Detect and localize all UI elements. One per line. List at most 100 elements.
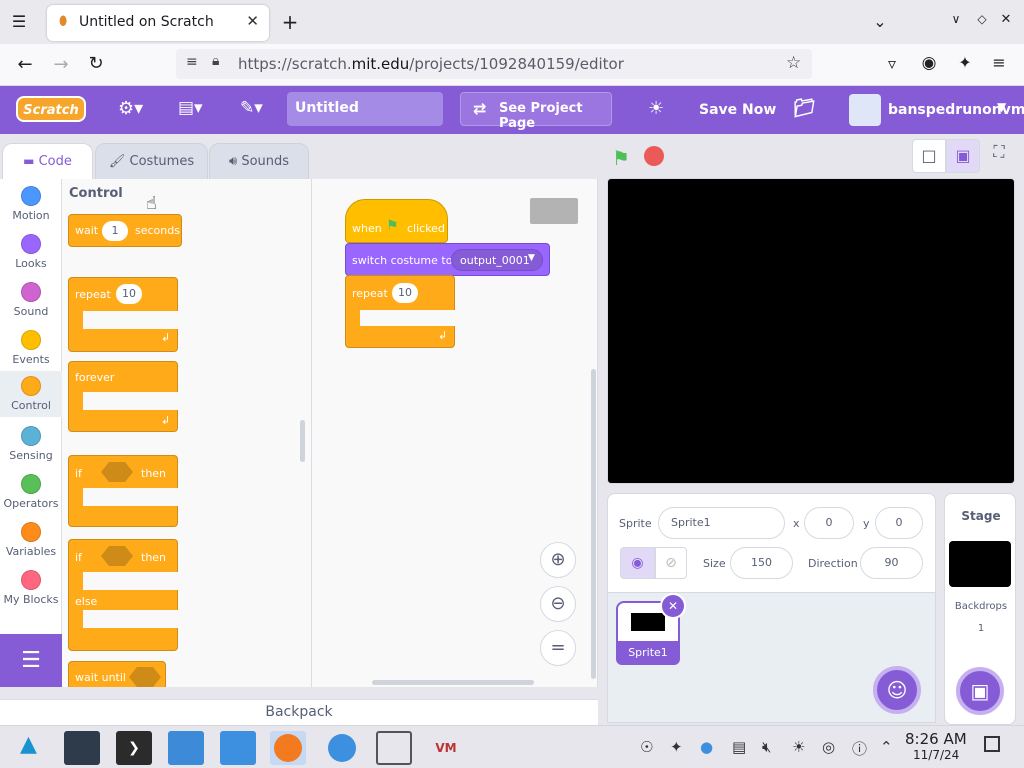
tray-icon-2[interactable]: ✦ xyxy=(670,738,683,756)
zoom-reset-button[interactable]: = xyxy=(540,630,576,666)
show-sprite-button[interactable]: ◉ xyxy=(620,547,655,579)
stop-icon[interactable] xyxy=(644,146,664,166)
extensions-icon[interactable]: ✦ xyxy=(954,53,976,72)
script-repeat-block[interactable]: repeat 10 ↲ xyxy=(345,275,456,348)
taskbar-app-qbittorrent[interactable] xyxy=(324,731,360,765)
close-window-icon[interactable]: ✕ xyxy=(996,12,1016,27)
file-menu-icon[interactable]: ▤▾ xyxy=(178,98,203,118)
costume-dropdown[interactable]: output_0001 ▼ xyxy=(451,249,543,271)
fullscreen-icon[interactable]: ⛶ xyxy=(982,142,1016,172)
browser-tab[interactable]: ⬮ Untitled on Scratch ✕ xyxy=(47,5,269,41)
taskbar-app-terminal[interactable]: ❯ xyxy=(116,731,152,765)
if-then-block[interactable]: if then xyxy=(68,455,179,527)
edit-menu-icon[interactable]: ✎▾ xyxy=(240,98,263,118)
tray-brightness-icon[interactable]: ☀ xyxy=(792,738,805,756)
size-input[interactable]: 150 xyxy=(730,547,793,579)
condition-slot[interactable] xyxy=(101,546,133,566)
tab-costumes[interactable]: 🖌︎ Costumes xyxy=(95,143,208,180)
tray-icon-1[interactable]: ☉ xyxy=(640,738,653,756)
maximize-icon[interactable]: ◇ xyxy=(972,12,992,26)
see-project-page-button[interactable]: ⇄ See Project Page xyxy=(460,92,612,131)
zoom-out-button[interactable]: ⊖ xyxy=(540,586,576,622)
project-title-input[interactable]: Untitled xyxy=(287,92,443,126)
script-area[interactable]: when ⚑ clicked switch costume to output_… xyxy=(312,179,598,687)
category-variables[interactable]: Variables xyxy=(0,517,62,565)
clock-time[interactable]: 8:26 AM xyxy=(905,730,967,748)
category-sound[interactable]: Sound xyxy=(0,277,62,325)
switch-costume-block[interactable]: switch costume to output_0001 ▼ xyxy=(345,243,550,276)
direction-input[interactable]: 90 xyxy=(860,547,923,579)
condition-slot[interactable] xyxy=(101,462,133,482)
zoom-in-button[interactable]: ⊕ xyxy=(540,542,576,578)
small-stage-button[interactable]: □ xyxy=(912,139,946,173)
account-dropdown-icon[interactable]: ▼ xyxy=(997,100,1006,114)
delete-sprite-icon[interactable]: ✕ xyxy=(660,593,686,619)
tab-sounds[interactable]: 🔊︎ Sounds xyxy=(209,143,309,180)
palette-scrollbar[interactable] xyxy=(300,420,305,462)
pocket-icon[interactable]: ▿ xyxy=(882,54,902,73)
theme-icon[interactable]: ☀ xyxy=(648,98,664,119)
stage-canvas[interactable] xyxy=(607,178,1015,484)
save-now-button[interactable]: Save Now xyxy=(699,102,776,118)
site-info-icon[interactable]: ≡ xyxy=(186,54,198,70)
add-extension-button[interactable]: ☰ xyxy=(0,634,62,687)
taskbar-app-settings[interactable] xyxy=(64,731,100,765)
tray-expand-icon[interactable]: ⌃ xyxy=(880,738,893,756)
category-operators[interactable]: Operators xyxy=(0,469,62,517)
repeat-value-input[interactable]: 10 xyxy=(392,283,418,303)
add-backdrop-button[interactable]: ▣ xyxy=(956,667,1004,715)
green-flag-icon[interactable]: ⚑ xyxy=(612,146,630,170)
if-else-block[interactable]: if then else xyxy=(68,539,179,651)
taskbar-app-firefox[interactable] xyxy=(270,731,306,765)
category-my-blocks[interactable]: My Blocks xyxy=(0,565,62,613)
wait-until-block[interactable]: wait until xyxy=(68,661,166,687)
category-control[interactable]: Control xyxy=(0,371,62,417)
repeat-block[interactable]: repeat 10 ↲ xyxy=(68,277,179,352)
account-icon[interactable]: ◉ xyxy=(918,53,940,73)
settings-menu-icon[interactable]: ⚙▾ xyxy=(118,98,143,119)
back-icon[interactable]: ← xyxy=(14,54,36,75)
forever-block[interactable]: forever ↲ xyxy=(68,361,179,432)
category-motion[interactable]: Motion xyxy=(0,181,62,229)
script-vscrollbar[interactable] xyxy=(591,369,596,679)
category-events[interactable]: Events xyxy=(0,325,62,373)
wait-value-input[interactable]: 1 xyxy=(102,221,128,241)
url-bar[interactable]: ≡ 🔒︎ https://scratch.mit.edu/projects/10… xyxy=(176,49,812,79)
wait-block[interactable]: wait 1 seconds xyxy=(68,214,182,247)
user-avatar[interactable] xyxy=(849,94,881,126)
category-sensing[interactable]: Sensing xyxy=(0,421,62,469)
condition-slot[interactable] xyxy=(129,667,161,687)
taskbar-app-vm[interactable]: VM xyxy=(428,731,464,765)
arch-launcher-icon[interactable]: ▲ xyxy=(20,732,37,757)
my-stuff-folder-icon[interactable]: 📁︎ xyxy=(793,98,816,119)
category-looks[interactable]: Looks xyxy=(0,229,62,277)
tray-clipboard-icon[interactable]: ▤ xyxy=(732,738,746,756)
new-tab-icon[interactable]: + xyxy=(280,10,300,34)
add-sprite-button[interactable]: ☺ xyxy=(873,666,921,714)
backpack-header[interactable]: Backpack xyxy=(0,699,598,725)
tab-overview-icon[interactable]: ☰ xyxy=(9,12,29,31)
tray-volume-muted-icon[interactable]: 🔇︎ xyxy=(762,738,771,756)
sprite-name-input[interactable]: Sprite1 xyxy=(658,507,785,539)
app-menu-icon[interactable]: ≡ xyxy=(988,53,1010,72)
tab-close-icon[interactable]: ✕ xyxy=(246,12,259,30)
repeat-value-input[interactable]: 10 xyxy=(116,284,142,304)
when-flag-clicked-block[interactable]: when ⚑ clicked xyxy=(345,199,448,243)
stage-selector-pane[interactable]: Stage Backdrops 1 ▣ xyxy=(944,493,1016,725)
forward-icon[interactable]: → xyxy=(50,54,72,75)
tray-qb-icon[interactable]: ● xyxy=(700,738,713,756)
bookmark-star-icon[interactable]: ☆ xyxy=(786,53,801,73)
scratch-logo[interactable]: Scratch xyxy=(16,96,86,122)
tab-list-icon[interactable]: ⌄ xyxy=(870,12,890,31)
taskbar-app-store[interactable] xyxy=(168,731,204,765)
show-desktop-icon[interactable] xyxy=(984,736,1000,752)
minimize-icon[interactable]: ∨ xyxy=(946,12,966,26)
tab-code[interactable]: ▬ Code xyxy=(2,143,93,180)
x-input[interactable]: 0 xyxy=(804,507,854,539)
reload-icon[interactable]: ↻ xyxy=(85,53,107,74)
script-hscrollbar[interactable] xyxy=(372,680,534,685)
tray-network-icon[interactable]: ◎ xyxy=(822,738,835,756)
y-input[interactable]: 0 xyxy=(875,507,923,539)
hide-sprite-button[interactable]: ⊘ xyxy=(655,547,687,579)
large-stage-button[interactable]: ▣ xyxy=(946,139,980,173)
